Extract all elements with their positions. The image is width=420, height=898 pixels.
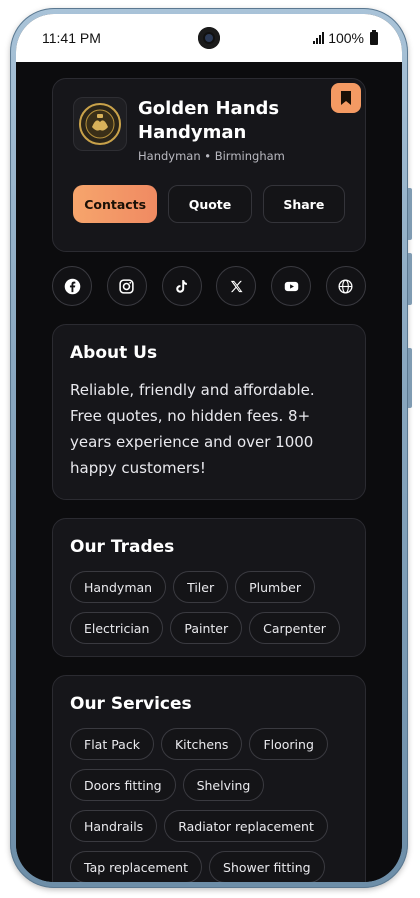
bookmark-button[interactable]: [331, 83, 361, 113]
services-title: Our Services: [70, 694, 192, 714]
business-subtitle: Handyman • Birmingham: [138, 149, 285, 163]
service-tag[interactable]: Shelving: [182, 769, 265, 801]
bookmark-icon: [341, 91, 351, 105]
facebook-icon: [64, 278, 80, 294]
battery-icon: [370, 29, 378, 45]
instagram-button[interactable]: [106, 266, 147, 306]
trade-tag[interactable]: Plumber: [235, 571, 315, 603]
service-tag[interactable]: Tap replacement: [70, 851, 203, 882]
status-time: 11:41 PM: [42, 30, 101, 46]
globe-icon: [338, 278, 353, 294]
power-button: [408, 348, 412, 408]
phone-screen: 11:41 PM 100% Golden Hands Handyman Hand…: [16, 14, 402, 882]
about-title: About Us: [70, 343, 158, 363]
status-bar: 11:41 PM 100%: [16, 14, 402, 62]
service-tag[interactable]: Flooring: [249, 728, 328, 760]
business-logo: [73, 97, 127, 151]
tiktok-icon: [176, 279, 187, 293]
trades-title: Our Trades: [70, 537, 175, 557]
trades-tags: Handyman Tiler Plumber Electrician Paint…: [70, 571, 348, 644]
volume-down-button: [408, 253, 412, 305]
facebook-button[interactable]: [52, 266, 92, 306]
golden-hands-logo-icon: [79, 103, 121, 145]
youtube-icon: [284, 281, 298, 291]
service-tag[interactable]: Handrails: [70, 810, 158, 842]
service-tag[interactable]: Radiator replacement: [164, 810, 328, 842]
service-tag[interactable]: Shower fitting: [209, 851, 325, 882]
trades-section: Our Trades Handyman Tiler Plumber Electr…: [52, 518, 366, 657]
signal-icon: [313, 32, 325, 44]
service-tag[interactable]: Doors fitting: [70, 769, 176, 801]
business-header-card: Golden Hands Handyman Handyman • Birming…: [52, 78, 366, 252]
x-icon: [230, 280, 243, 292]
service-tag[interactable]: Flat Pack: [70, 728, 154, 760]
quote-button[interactable]: Quote: [168, 185, 252, 223]
trade-tag[interactable]: Tiler: [173, 571, 229, 603]
trade-tag[interactable]: Painter: [170, 612, 243, 644]
about-text: Reliable, friendly and affordable. Free …: [70, 381, 315, 477]
contacts-button[interactable]: Contacts: [73, 185, 158, 223]
volume-up-button: [408, 188, 412, 240]
trade-tag[interactable]: Carpenter: [249, 612, 340, 644]
service-tag[interactable]: Kitchens: [160, 728, 243, 760]
social-links: [52, 266, 366, 306]
share-button[interactable]: Share: [262, 185, 345, 223]
battery-percent: 100%: [328, 30, 364, 46]
about-section: About Us Reliable, friendly and affordab…: [52, 324, 366, 500]
website-button[interactable]: [325, 266, 366, 306]
x-button[interactable]: [216, 266, 257, 306]
action-buttons: Contacts Quote Share: [73, 185, 345, 223]
status-indicators: 100%: [313, 29, 378, 46]
services-section: Our Services Flat Pack Kitchens Flooring…: [52, 675, 366, 882]
instagram-icon: [119, 278, 134, 294]
business-text: Golden Hands Handyman Handyman • Birming…: [138, 97, 298, 163]
profile-content: Golden Hands Handyman Handyman • Birming…: [52, 78, 366, 882]
trade-tag[interactable]: Electrician: [70, 612, 164, 644]
youtube-button[interactable]: [271, 266, 312, 306]
tiktok-button[interactable]: [161, 266, 202, 306]
business-identity: Golden Hands Handyman Handyman • Birming…: [73, 97, 345, 163]
front-camera: [198, 27, 220, 49]
phone-frame: 11:41 PM 100% Golden Hands Handyman Hand…: [10, 8, 412, 888]
app-screen[interactable]: Golden Hands Handyman Handyman • Birming…: [16, 62, 402, 882]
business-name: Golden Hands Handyman: [138, 98, 280, 143]
services-tags: Flat Pack Kitchens Flooring Doors fittin…: [70, 728, 348, 882]
trade-tag[interactable]: Handyman: [70, 571, 167, 603]
